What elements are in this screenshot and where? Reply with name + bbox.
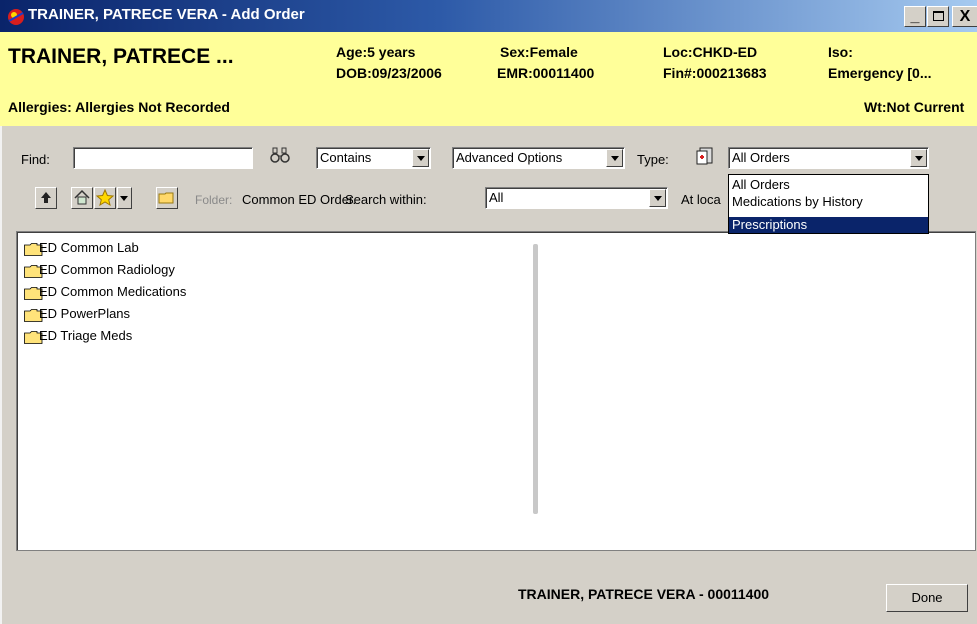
folder-label: Folder: [195, 193, 233, 207]
patient-location: Loc:CHKD-ED [663, 44, 758, 60]
patient-age: Age:5 years [336, 44, 416, 60]
order-type-dropdown-list[interactable]: All Orders Medications by History Prescr… [728, 174, 929, 234]
footer-patient-summary: TRAINER, PATRECE VERA - 00011400 [518, 586, 770, 602]
close-button[interactable]: X [952, 6, 977, 27]
title-bar[interactable]: TRAINER, PATRECE VERA - Add Order _ X [0, 0, 977, 32]
encounter-type: Emergency [0... [828, 65, 932, 81]
patient-banner: TRAINER, PATRECE ... Age:5 years Sex:Fem… [0, 32, 977, 126]
weight: Wt:Not Current [864, 99, 965, 115]
advanced-options-select[interactable]: Advanced Options [452, 147, 625, 169]
panel-splitter[interactable] [533, 244, 538, 514]
order-type-select[interactable]: All Orders [728, 147, 929, 169]
maximize-icon [932, 11, 944, 21]
open-folder-button[interactable] [156, 187, 178, 209]
maximize-button[interactable] [927, 6, 949, 27]
chevron-down-icon[interactable] [606, 149, 623, 167]
dropdown-option-all-orders[interactable]: All Orders [729, 177, 928, 193]
patient-name: TRAINER, PATRECE ... [8, 45, 234, 68]
dropdown-option-medications-by-history[interactable]: Medications by History [729, 194, 928, 210]
dropdown-option-prescriptions[interactable]: Prescriptions [729, 217, 928, 233]
up-arrow-icon [41, 192, 51, 203]
home-button[interactable] [71, 187, 93, 209]
folder-icon [158, 192, 174, 204]
minimize-button[interactable]: _ [904, 6, 926, 27]
home-icon [74, 189, 90, 205]
search-within-value: All [489, 190, 504, 205]
chevron-down-icon[interactable] [412, 149, 429, 167]
search-within-label: Search within: [345, 192, 427, 207]
patient-dob: DOB:09/23/2006 [336, 65, 442, 81]
tree-item-label: ED Triage Meds [39, 328, 133, 343]
chevron-down-icon[interactable] [649, 189, 666, 207]
tree-item-label: ED PowerPlans [39, 306, 131, 321]
patient-fin: Fin#:000213683 [663, 65, 767, 81]
current-folder-name: Common ED Order. [242, 192, 357, 207]
chevron-down-icon [120, 196, 128, 201]
tree-item-label: ED Common Lab [39, 240, 139, 255]
patient-sex: Sex:Female [500, 44, 578, 60]
order-folder-tree[interactable] [16, 231, 976, 551]
allergies: Allergies: Allergies Not Recorded [8, 99, 230, 115]
type-label: Type: [637, 152, 669, 167]
isolation-status: Iso: [828, 44, 853, 60]
up-folder-button[interactable] [35, 187, 57, 209]
app-icon [8, 9, 24, 25]
tree-item-label: ED Common Radiology [39, 262, 175, 277]
advanced-options-value: Advanced Options [456, 150, 563, 165]
chevron-down-icon[interactable] [910, 149, 927, 167]
done-button[interactable]: Done [886, 584, 968, 612]
search-within-select[interactable]: All [485, 187, 668, 209]
star-icon [95, 188, 115, 207]
order-type-icon [696, 147, 713, 165]
favorites-dropdown-button[interactable] [117, 187, 132, 209]
favorites-button[interactable] [94, 187, 116, 209]
find-input[interactable] [73, 147, 253, 169]
patient-emr: EMR:00011400 [497, 65, 595, 81]
at-location-label: At loca [681, 192, 721, 207]
match-mode-select[interactable]: Contains [316, 147, 431, 169]
window-title: TRAINER, PATRECE VERA - Add Order [28, 6, 305, 23]
match-mode-value: Contains [320, 150, 372, 165]
binoculars-icon[interactable] [270, 146, 290, 164]
order-type-value: All Orders [732, 150, 790, 165]
find-label: Find: [21, 152, 50, 167]
tree-item-label: ED Common Medications [39, 284, 187, 299]
